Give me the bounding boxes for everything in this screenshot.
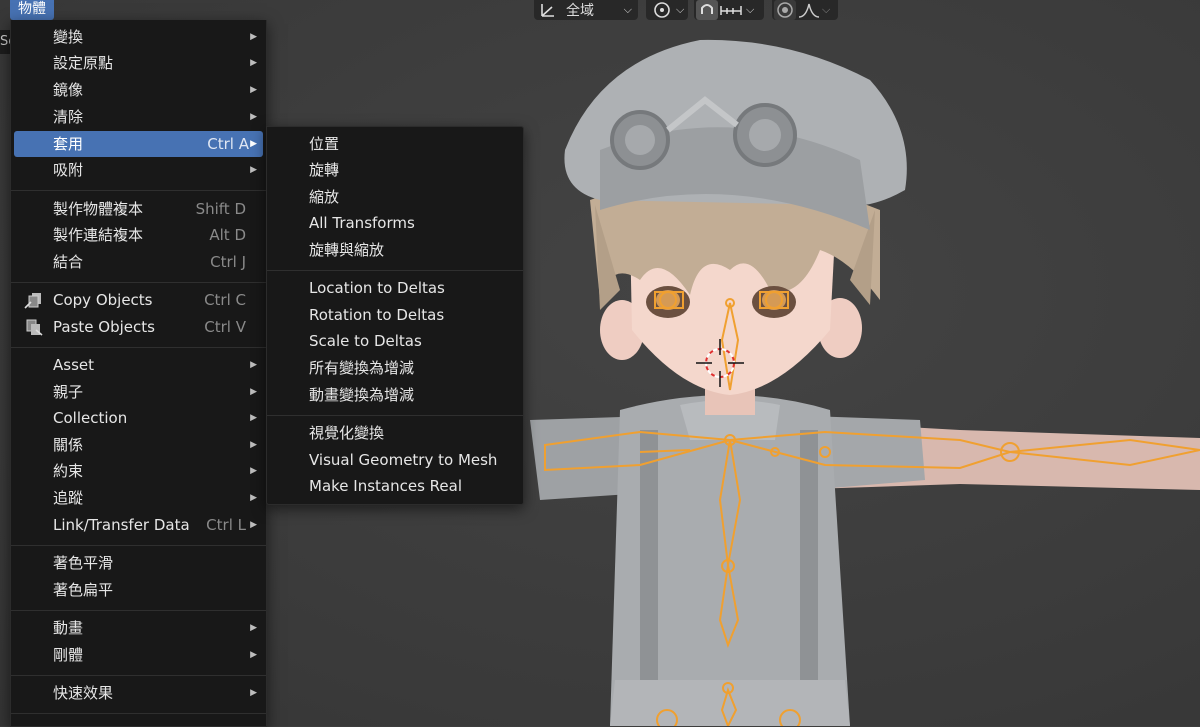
apply-rotation-scale[interactable]: 旋轉與縮放 bbox=[270, 237, 520, 263]
apply-scale[interactable]: 縮放 bbox=[270, 184, 520, 210]
magnet-icon[interactable] bbox=[696, 0, 718, 20]
transform-orientation-dropdown[interactable]: 全域 ⌵ bbox=[534, 0, 638, 20]
menu-item-collection[interactable]: Collection ▶ bbox=[14, 405, 263, 431]
submenu-arrow-icon: ▶ bbox=[250, 387, 257, 397]
menu-separator bbox=[11, 347, 266, 348]
falloff-curve-icon[interactable] bbox=[796, 1, 822, 19]
submenu-arrow-icon: ▶ bbox=[250, 623, 257, 633]
submenu-arrow-icon: ▶ bbox=[250, 493, 257, 503]
apply-make-instances-real[interactable]: Make Instances Real bbox=[270, 473, 520, 499]
menu-separator bbox=[267, 415, 523, 416]
menu-item-clear[interactable]: 清除 ▶ bbox=[14, 104, 263, 130]
menu-item-duplicate-objects[interactable]: 製作物體複本 Shift D bbox=[14, 196, 263, 222]
menu-separator bbox=[11, 282, 266, 283]
apply-all-transforms[interactable]: All Transforms bbox=[270, 210, 520, 236]
menu-item-constraint[interactable]: 約束 ▶ bbox=[14, 458, 263, 484]
orientation-icon bbox=[541, 4, 554, 17]
submenu-arrow-icon: ▶ bbox=[250, 688, 257, 698]
apply-scale-to-deltas[interactable]: Scale to Deltas bbox=[270, 328, 520, 354]
apply-visual-transform[interactable]: 視覺化變換 bbox=[270, 420, 520, 446]
apply-location[interactable]: 位置 bbox=[270, 131, 520, 157]
menu-item-relations[interactable]: 關係 ▶ bbox=[14, 432, 263, 458]
menu-separator bbox=[11, 713, 266, 714]
menu-item-snap[interactable]: 吸附 ▶ bbox=[14, 157, 263, 183]
menu-separator bbox=[11, 610, 266, 611]
menu-separator bbox=[11, 545, 266, 546]
proportional-edit-icon[interactable] bbox=[774, 0, 796, 20]
pivot-icon bbox=[654, 2, 670, 18]
submenu-arrow-icon: ▶ bbox=[250, 520, 257, 530]
submenu-arrow-icon: ▶ bbox=[250, 32, 257, 42]
menu-item-link-transfer-data[interactable]: Link/Transfer Data Ctrl L ▶ bbox=[14, 512, 263, 538]
menu-separator bbox=[11, 190, 266, 191]
apply-submenu: 位置 旋轉 縮放 All Transforms 旋轉與縮放 Location t… bbox=[266, 126, 524, 505]
menu-item-paste-objects[interactable]: Paste Objects Ctrl V bbox=[14, 314, 263, 340]
chevron-down-icon: ⌵ bbox=[623, 3, 632, 16]
submenu-arrow-icon: ▶ bbox=[250, 650, 257, 660]
snap-increment-icon[interactable] bbox=[718, 1, 744, 19]
submenu-arrow-icon: ▶ bbox=[250, 440, 257, 450]
menu-separator bbox=[11, 675, 266, 676]
object-menu-header[interactable]: 物體 bbox=[10, 0, 54, 20]
apply-rotation[interactable]: 旋轉 bbox=[270, 157, 520, 183]
menu-item-join[interactable]: 結合 Ctrl J bbox=[14, 249, 263, 275]
copy-icon bbox=[24, 291, 44, 309]
submenu-arrow-icon: ▶ bbox=[250, 413, 257, 423]
object-menu: 變換 ▶ 設定原點 ▶ 鏡像 ▶ 清除 ▶ 套用 Ctrl A ▶ 吸附 ▶ 製作物體複本 Sh… bbox=[10, 20, 267, 727]
menu-item-set-origin[interactable]: 設定原點 ▶ bbox=[14, 50, 263, 76]
submenu-arrow-icon: ▶ bbox=[250, 58, 257, 68]
submenu-arrow-icon: ▶ bbox=[250, 85, 257, 95]
menu-item-shade-smooth[interactable]: 著色平滑 bbox=[14, 550, 263, 576]
apply-visual-geometry-to-mesh[interactable]: Visual Geometry to Mesh bbox=[270, 447, 520, 473]
menu-item-duplicate-linked[interactable]: 製作連結複本 Alt D bbox=[14, 222, 263, 248]
menu-item-apply[interactable]: 套用 Ctrl A ▶ bbox=[14, 131, 263, 157]
menu-item-quick-effects[interactable]: 快速效果 ▶ bbox=[14, 680, 263, 706]
submenu-arrow-icon: ▶ bbox=[250, 112, 257, 122]
menu-item-animation[interactable]: 動畫 ▶ bbox=[14, 615, 263, 641]
snap-controls[interactable]: ⌵ bbox=[694, 0, 764, 20]
submenu-arrow-icon: ▶ bbox=[250, 139, 257, 149]
menu-item-mirror[interactable]: 鏡像 ▶ bbox=[14, 77, 263, 103]
orientation-label: 全域 bbox=[566, 3, 594, 19]
menu-item-parent[interactable]: 親子 ▶ bbox=[14, 379, 263, 405]
pivot-point-dropdown[interactable]: ⌵ bbox=[646, 0, 688, 20]
menu-item-transform[interactable]: 變換 ▶ bbox=[14, 24, 263, 50]
submenu-arrow-icon: ▶ bbox=[250, 165, 257, 175]
submenu-arrow-icon: ▶ bbox=[250, 360, 257, 370]
apply-rotation-to-deltas[interactable]: Rotation to Deltas bbox=[270, 302, 520, 328]
header-left-fragment[interactable]: Sc bbox=[0, 30, 10, 54]
menu-item-copy-objects[interactable]: Copy Objects Ctrl C bbox=[14, 287, 263, 313]
menu-item-rigid-body[interactable]: 剛體 ▶ bbox=[14, 642, 263, 668]
paste-icon bbox=[24, 318, 44, 336]
chevron-down-icon: ⌵ bbox=[746, 3, 755, 16]
submenu-arrow-icon: ▶ bbox=[250, 466, 257, 476]
proportional-editing-controls[interactable]: ⌵ bbox=[772, 0, 838, 20]
menu-item-asset[interactable]: Asset ▶ bbox=[14, 352, 263, 378]
chevron-down-icon: ⌵ bbox=[822, 3, 831, 16]
menu-item-track[interactable]: 追蹤 ▶ bbox=[14, 485, 263, 511]
menu-item-shade-flat[interactable]: 著色扁平 bbox=[14, 577, 263, 603]
apply-location-to-deltas[interactable]: Location to Deltas bbox=[270, 275, 520, 301]
chevron-down-icon: ⌵ bbox=[676, 3, 685, 16]
apply-animated-transforms-to-deltas[interactable]: 動畫變換為增減 bbox=[270, 382, 520, 408]
apply-all-transforms-to-deltas[interactable]: 所有變換為增減 bbox=[270, 355, 520, 381]
menu-separator bbox=[267, 270, 523, 271]
